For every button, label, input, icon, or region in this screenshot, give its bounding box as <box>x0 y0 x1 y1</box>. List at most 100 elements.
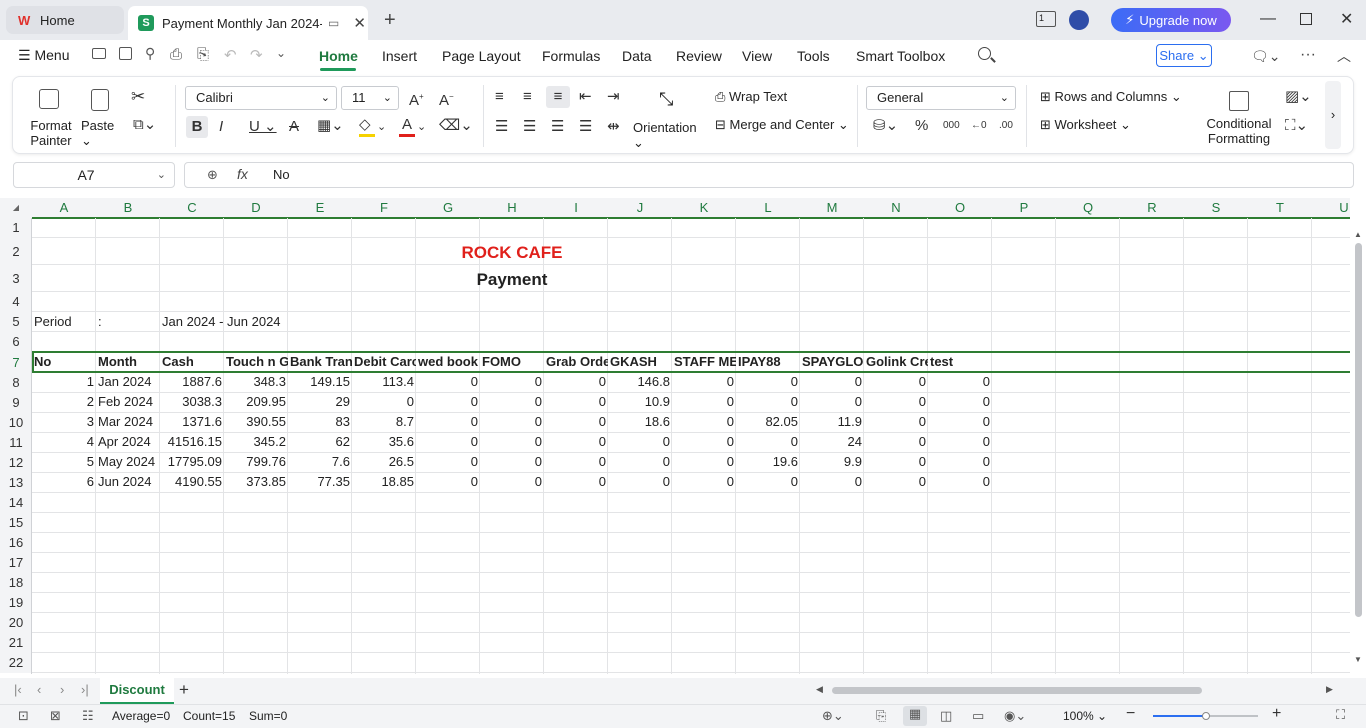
new-tab-icon[interactable]: + <box>384 9 396 32</box>
close-tab-icon[interactable]: ✕ <box>353 14 366 32</box>
increase-font-icon[interactable]: A+ <box>409 89 424 109</box>
menu-data[interactable]: Data <box>622 48 652 64</box>
first-sheet-icon[interactable]: |‹ <box>14 682 22 697</box>
table-cell[interactable]: 0 <box>544 432 608 452</box>
chevron-down-icon[interactable]: ⌄ <box>157 163 166 187</box>
table-cell[interactable]: 4 <box>32 432 96 452</box>
table-cell[interactable]: 11.9 <box>800 412 864 432</box>
row-header[interactable]: 8 <box>0 373 32 393</box>
table-cell[interactable]: 7.6 <box>288 452 352 472</box>
fullscreen-icon[interactable]: ⛶ <box>1336 707 1345 723</box>
scroll-right-icon[interactable]: ▶ <box>1326 684 1333 695</box>
column-header[interactable]: Q <box>1056 198 1120 218</box>
table-cell[interactable]: 799.76 <box>224 452 288 472</box>
table-cell[interactable]: 0 <box>928 472 992 492</box>
table-cell[interactable]: 0 <box>544 472 608 492</box>
underline-icon[interactable]: U ⌄ <box>249 119 277 135</box>
table-cell[interactable]: 0 <box>736 432 800 452</box>
column-header[interactable]: S <box>1184 198 1248 218</box>
scroll-left-icon[interactable]: ◀ <box>816 684 823 695</box>
table-cell[interactable]: 0 <box>672 372 736 392</box>
row-header[interactable]: 12 <box>0 453 32 473</box>
menu-formulas[interactable]: Formulas <box>542 48 600 64</box>
normal-view-icon[interactable]: ▦ <box>903 706 927 726</box>
clear-format-icon[interactable]: ⌫⌄ <box>439 118 473 134</box>
table-cell[interactable]: 0 <box>864 472 928 492</box>
vertical-scroll-thumb[interactable] <box>1354 243 1362 617</box>
currency-icon[interactable]: ⛁⌄ <box>873 118 898 134</box>
table-cell[interactable]: 0 <box>928 452 992 472</box>
table-cell[interactable]: 1 <box>32 372 96 392</box>
table-cell[interactable]: 348.3 <box>224 372 288 392</box>
eye-protection-icon[interactable]: ◉⌄ <box>1004 708 1026 724</box>
table-cell[interactable]: 9.9 <box>800 452 864 472</box>
wrap-text-button[interactable]: ⎙ Wrap Text <box>715 89 787 105</box>
page-break-view-icon[interactable]: ◫ <box>940 708 952 724</box>
table-cell[interactable]: 5 <box>32 452 96 472</box>
row-header[interactable]: 11 <box>0 433 32 453</box>
row-header[interactable]: 7 <box>0 352 32 373</box>
ribbon-scroll-right[interactable]: › <box>1325 81 1341 149</box>
table-cell[interactable]: 149.15 <box>288 372 352 392</box>
freeze-panes-icon[interactable]: ⛶⌄ <box>1285 118 1308 134</box>
table-cell[interactable]: 19.6 <box>736 452 800 472</box>
column-header[interactable]: A <box>32 198 96 218</box>
decrease-decimal-icon[interactable]: .00 <box>999 118 1013 134</box>
table-cell[interactable]: 0 <box>736 392 800 412</box>
column-header[interactable]: R <box>1120 198 1184 218</box>
table-cell[interactable]: 18.6 <box>608 412 672 432</box>
table-cell[interactable]: 390.55 <box>224 412 288 432</box>
decrease-font-icon[interactable]: A− <box>439 89 454 109</box>
redo-icon[interactable]: ↷ <box>250 46 263 64</box>
paste-button[interactable]: Paste ⌄ <box>81 89 123 149</box>
table-cell[interactable]: 345.2 <box>224 432 288 452</box>
row-header[interactable]: 13 <box>0 473 32 493</box>
format-painter-button[interactable]: Format Painter <box>25 89 77 149</box>
increase-indent-icon[interactable]: ⇥ <box>607 89 620 105</box>
table-cell[interactable]: 373.85 <box>224 472 288 492</box>
table-cell[interactable]: Apr 2024 <box>96 432 160 452</box>
table-cell[interactable]: Mar 2024 <box>96 412 160 432</box>
reading-mode-icon[interactable]: ⎘ <box>876 708 886 724</box>
number-format-select[interactable]: General ⌄ <box>866 86 1016 110</box>
table-cell[interactable]: 146.8 <box>608 372 672 392</box>
table-cell[interactable]: 6 <box>32 472 96 492</box>
align-top-icon[interactable]: ≡ <box>495 89 504 105</box>
table-cell[interactable]: 3038.3 <box>160 392 224 412</box>
table-cell[interactable]: 0 <box>928 412 992 432</box>
table-cell[interactable]: 0 <box>608 432 672 452</box>
column-header[interactable]: O <box>928 198 992 218</box>
row-header[interactable]: 2 <box>0 238 32 265</box>
copy-icon[interactable]: ⧉⌄ <box>133 117 156 133</box>
column-header[interactable]: J <box>608 198 672 218</box>
table-cell[interactable]: 2 <box>32 392 96 412</box>
table-cell[interactable]: 0 <box>480 432 544 452</box>
menu-home[interactable]: Home <box>319 48 358 64</box>
row-header[interactable]: 22 <box>0 653 32 673</box>
row-header[interactable]: 19 <box>0 593 32 613</box>
table-cell[interactable]: 17795.09 <box>160 452 224 472</box>
percent-icon[interactable]: % <box>915 118 928 134</box>
tab-document[interactable]: S Payment Monthly Jan 2024-Jun ▭ ✕ <box>128 6 368 40</box>
column-header[interactable]: N <box>864 198 928 218</box>
menu-smart-toolbox[interactable]: Smart Toolbox <box>856 48 945 64</box>
table-cell[interactable]: Jan 2024 <box>96 372 160 392</box>
table-cell[interactable]: Feb 2024 <box>96 392 160 412</box>
spreadsheet-grid[interactable]: ◢ ABCDEFGHIJKLMNOPQRSTU 1 2 3 4 5 6 7 8 9 10 11 12 1… <box>0 198 1350 674</box>
table-cell[interactable]: 0 <box>672 412 736 432</box>
bold-icon[interactable]: B <box>186 116 208 138</box>
table-cell[interactable]: 41516.15 <box>160 432 224 452</box>
table-cell[interactable]: 1887.6 <box>160 372 224 392</box>
print-icon[interactable]: ⎙ <box>170 46 182 63</box>
zoom-out-icon[interactable]: − <box>1126 705 1135 723</box>
row-header[interactable]: 18 <box>0 573 32 593</box>
table-cell[interactable]: 0 <box>608 472 672 492</box>
column-header[interactable]: E <box>288 198 352 218</box>
table-cell[interactable]: 0 <box>736 472 800 492</box>
macro-icon[interactable]: ⊠ <box>50 708 61 724</box>
justify-icon[interactable]: ☰ <box>579 119 592 135</box>
zoom-in-icon[interactable]: + <box>1272 705 1281 723</box>
table-cell[interactable]: 0 <box>864 412 928 432</box>
table-cell[interactable]: 209.95 <box>224 392 288 412</box>
align-right-icon[interactable]: ☰ <box>551 119 564 135</box>
